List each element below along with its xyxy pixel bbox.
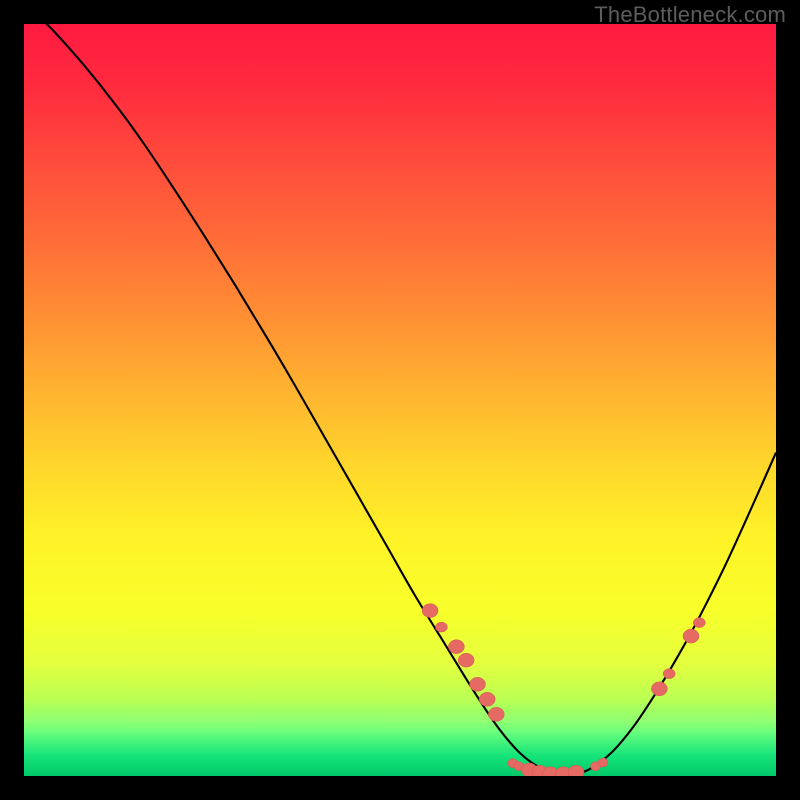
chart-root: TheBottleneck.com bbox=[0, 0, 800, 800]
marker-group bbox=[422, 604, 705, 776]
marker-dot bbox=[448, 640, 464, 654]
marker-dot bbox=[663, 669, 675, 679]
marker-dot bbox=[683, 629, 699, 643]
marker-dot bbox=[598, 758, 608, 767]
marker-dot bbox=[568, 765, 584, 776]
marker-dot bbox=[458, 653, 474, 667]
plot-area bbox=[24, 24, 776, 776]
marker-dot bbox=[422, 604, 438, 618]
curve-layer bbox=[24, 24, 776, 776]
marker-dot bbox=[651, 682, 667, 696]
marker-dot bbox=[488, 707, 504, 721]
bottleneck-curve bbox=[24, 24, 776, 775]
marker-dot bbox=[435, 622, 447, 632]
marker-dot bbox=[479, 692, 495, 706]
marker-dot bbox=[693, 618, 705, 628]
marker-dot bbox=[470, 677, 486, 691]
